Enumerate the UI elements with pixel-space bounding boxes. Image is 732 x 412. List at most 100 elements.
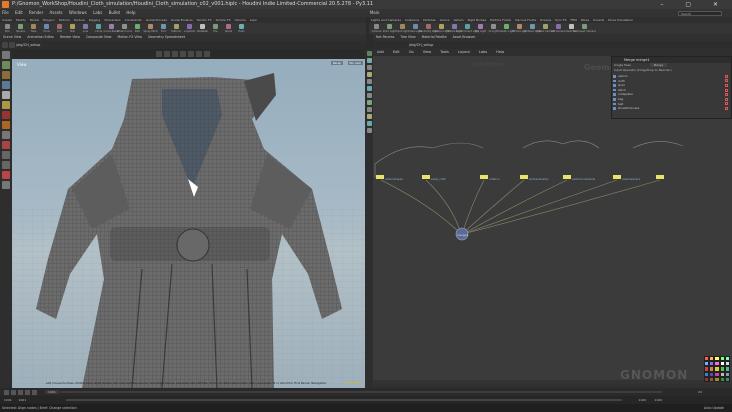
group-tool-icon[interactable] [2, 151, 10, 159]
remove-icon[interactable] [725, 83, 728, 87]
shelf-tool-10[interactable]: Caustic Light [498, 23, 515, 34]
shelf-tab-0[interactable]: Lights and Cameras [371, 18, 401, 22]
shelf-tool-9[interactable]: Draw Curve [117, 23, 132, 34]
light-tool-icon[interactable] [2, 121, 10, 129]
shelf-tab-5[interactable]: Texture [74, 18, 85, 22]
shelf-tool-8[interactable]: Curve Bezier [104, 23, 120, 34]
pane-tab-4[interactable]: Motion FX View [118, 35, 142, 39]
shelf-tool-7[interactable]: Circle [93, 23, 104, 34]
shelf-tool-12[interactable]: Font [158, 23, 169, 34]
rotate-tool-icon[interactable] [2, 71, 10, 79]
view-tool-icon[interactable] [2, 131, 10, 139]
scene-viewport[interactable]: View Persp No cam Left mouse tumbles. Mi… [12, 59, 365, 388]
menu-file[interactable]: File [2, 10, 9, 15]
start-frame[interactable]: 1001 [4, 398, 12, 402]
pane-tab-3[interactable]: Composite View [86, 35, 112, 39]
window-controls[interactable]: – ▢ ✕ [660, 0, 728, 9]
net-menu-tools[interactable]: Tools [440, 50, 449, 54]
range-slider[interactable] [66, 399, 622, 401]
pane-tab-3[interactable]: Asset Browser [453, 35, 476, 39]
shelf-tool-4[interactable]: Grid [54, 23, 65, 34]
shelf-tool-5[interactable]: Volume Light [433, 23, 450, 34]
menu-bullet[interactable]: Bullet [109, 10, 121, 15]
pane-tab-1[interactable]: Tree View [400, 35, 415, 39]
snap-icon[interactable] [188, 51, 194, 57]
pane-tab-5[interactable]: Geometry Spreadsheet [148, 35, 185, 39]
pose-icon[interactable] [204, 51, 210, 57]
ghost-icon[interactable] [366, 107, 372, 112]
shelf-tab-3[interactable]: Polygon [43, 18, 55, 22]
pane-tab-0[interactable]: Scene View [3, 35, 21, 39]
shelf-tool-16[interactable]: File [210, 23, 221, 34]
shelf-tab-8[interactable]: Oceans [540, 18, 551, 22]
handle-tool-icon[interactable] [2, 81, 10, 89]
shelf-tool-6[interactable]: Line [80, 23, 91, 34]
grid-icon[interactable] [366, 121, 372, 126]
shelf-tool-14[interactable]: VR Camera [551, 23, 566, 34]
shelf-tool-16[interactable]: Gamepad Camera [573, 23, 596, 34]
shelf-tab-6[interactable]: Rigging [89, 18, 100, 22]
shelf-tool-2[interactable]: Spot Light [396, 23, 409, 34]
forward-icon[interactable] [9, 42, 15, 48]
shelf-tool-17[interactable]: Spiral [223, 23, 234, 34]
shelf-tool-2[interactable]: Tube [28, 23, 39, 34]
select-points-icon[interactable] [2, 161, 10, 169]
shelf-tool-13[interactable]: Stereo Camera [536, 23, 555, 34]
shelf-tab-0[interactable]: Create [2, 18, 12, 22]
menu-windows[interactable]: Windows [69, 10, 87, 15]
template-icon[interactable] [366, 100, 372, 105]
path-left[interactable]: /obj/CH_setup [16, 43, 40, 47]
shelf-tab-4[interactable]: Vellum [453, 18, 463, 22]
lighting-icon[interactable] [366, 72, 372, 77]
shelf-tool-1[interactable]: Sphere [15, 23, 26, 34]
shelf-tool-10[interactable]: Path [132, 23, 143, 34]
net-menu-view[interactable]: View [423, 50, 431, 54]
normals-icon[interactable] [366, 86, 372, 91]
camera-view-icon[interactable] [366, 128, 372, 133]
shelf-tab-9[interactable]: Pyro FX [555, 18, 566, 22]
remove-icon[interactable] [725, 93, 728, 97]
shaded-icon[interactable] [366, 65, 372, 70]
param-mode-select[interactable]: Merge [649, 63, 668, 67]
shelf-tab-14[interactable]: Lops [250, 18, 257, 22]
shelf-tab-10[interactable]: Guide Brushes [171, 18, 193, 22]
shelf-tool-7[interactable]: Environment Light [456, 23, 479, 34]
transform-icon[interactable] [164, 51, 170, 57]
shelf-tool-18[interactable]: Helix [236, 23, 247, 34]
shelf-tool-0[interactable]: Camera [371, 23, 382, 34]
net-menu-layout[interactable]: Layout [458, 50, 470, 54]
shelf-tab-13[interactable]: Volume [235, 18, 246, 22]
remove-icon[interactable] [725, 106, 728, 110]
auto-update-button[interactable]: Auto Update [704, 404, 724, 412]
shelf-tool-11[interactable]: Spray Paint [143, 23, 158, 34]
pane-tab-0[interactable]: Net Params [376, 35, 394, 39]
shelf-tab-1[interactable]: Collisions [405, 18, 419, 22]
shelf-tool-15[interactable]: Metaball [197, 23, 208, 34]
remove-icon[interactable] [725, 79, 728, 83]
pose-tool-icon[interactable] [2, 91, 10, 99]
shelf-tool-5[interactable]: Null [67, 23, 78, 34]
bounding-box-icon[interactable] [366, 93, 372, 98]
shelf-tab-1[interactable]: Modify [16, 18, 26, 22]
first-frame-icon[interactable] [4, 389, 9, 395]
fps-field[interactable]: 24 [698, 388, 702, 396]
desktop-selector[interactable]: Main [370, 10, 380, 15]
prev-frame-icon[interactable] [11, 389, 16, 395]
back-icon[interactable] [2, 42, 8, 48]
end-frame[interactable]: 1100 [638, 396, 646, 404]
remove-icon[interactable] [725, 102, 728, 106]
shelf-tab-11[interactable]: Wires [581, 18, 589, 22]
shelf-tab-5[interactable]: Rigid Bodies [468, 18, 487, 22]
shelf-tab-11[interactable]: Terrain FX [197, 18, 212, 22]
net-menu-edit[interactable]: Edit [393, 50, 400, 54]
next-frame-icon[interactable] [25, 389, 30, 395]
list-item[interactable]: shoesthickness [612, 106, 731, 111]
pane-tab-1[interactable]: Animation Editor [27, 35, 54, 39]
last-frame-icon[interactable] [32, 389, 37, 395]
select-tool-icon[interactable] [2, 51, 10, 59]
shelf-tab-12[interactable]: Simple FX [216, 18, 231, 22]
color-palette[interactable] [704, 356, 730, 382]
shelf-tool-9[interactable]: GI Light [488, 23, 499, 34]
handle-icon[interactable] [196, 51, 202, 57]
net-menu-go[interactable]: Go [409, 50, 414, 54]
